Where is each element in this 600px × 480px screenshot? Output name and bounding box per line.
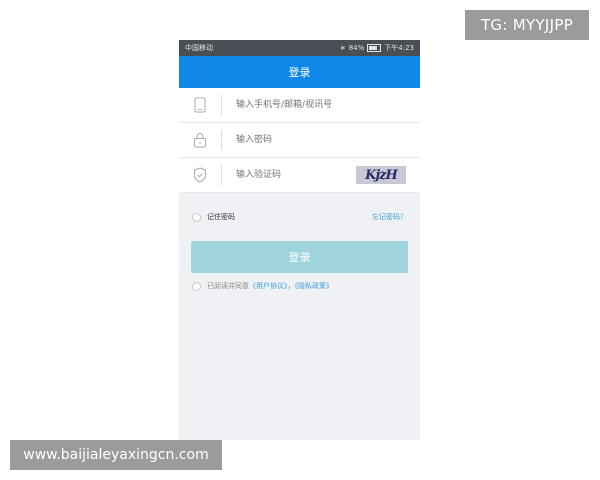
agreement-row: 已阅读并同意《用户协议》，《隐私政策》 [179,273,420,299]
account-input[interactable] [222,99,420,111]
phone-icon [179,97,221,113]
battery-icon [367,44,382,52]
phone-screen: 中国移动 ∗ 84% 下午4:23 登录 输入手机号/邮箱/视讯号 输入验证码 … [179,40,420,440]
password-row [179,123,420,158]
agree-radio[interactable] [192,281,201,291]
agreement-separator: ， [287,282,295,290]
account-row [179,88,420,123]
login-form: KjzH [179,88,420,193]
status-bar: 中国移动 ∗ 84% 下午4:23 [179,40,420,56]
user-agreement-link[interactable]: 《用户协议》 [249,282,288,290]
battery-percent: 84% [348,44,365,52]
captcha-row: KjzH [179,158,420,193]
forgot-password-link[interactable]: 忘记密码？ [372,212,407,222]
privacy-policy-link[interactable]: 《隐私政策》 [295,282,334,290]
watermark-bottom: www.baijialeyaxingcn.com [10,440,222,470]
agreement-prefix: 已阅读并同意 [207,282,249,290]
page-title: 登录 [288,66,311,79]
login-button[interactable]: 登录 [191,241,408,273]
remember-option[interactable]: 记住密码 [192,212,235,222]
captcha-image[interactable]: KjzH [356,166,406,184]
status-right: ∗ 84% 下午4:23 [340,43,414,53]
bluetooth-icon: ∗ [339,44,346,52]
clock: 下午4:23 [384,44,414,52]
agreement-text: 已阅读并同意《用户协议》，《隐私政策》 [207,281,333,291]
remember-radio[interactable] [192,212,201,222]
nav-bar: 登录 [179,56,420,88]
remember-label: 记住密码 [207,213,235,221]
carrier-label: 中国移动 [185,44,213,52]
watermark-top: TG: MYYJJPP [465,10,589,40]
lock-icon [179,132,221,148]
shield-icon [179,167,221,183]
options-row: 记住密码 忘记密码？ [179,193,420,241]
password-input[interactable] [222,134,420,146]
